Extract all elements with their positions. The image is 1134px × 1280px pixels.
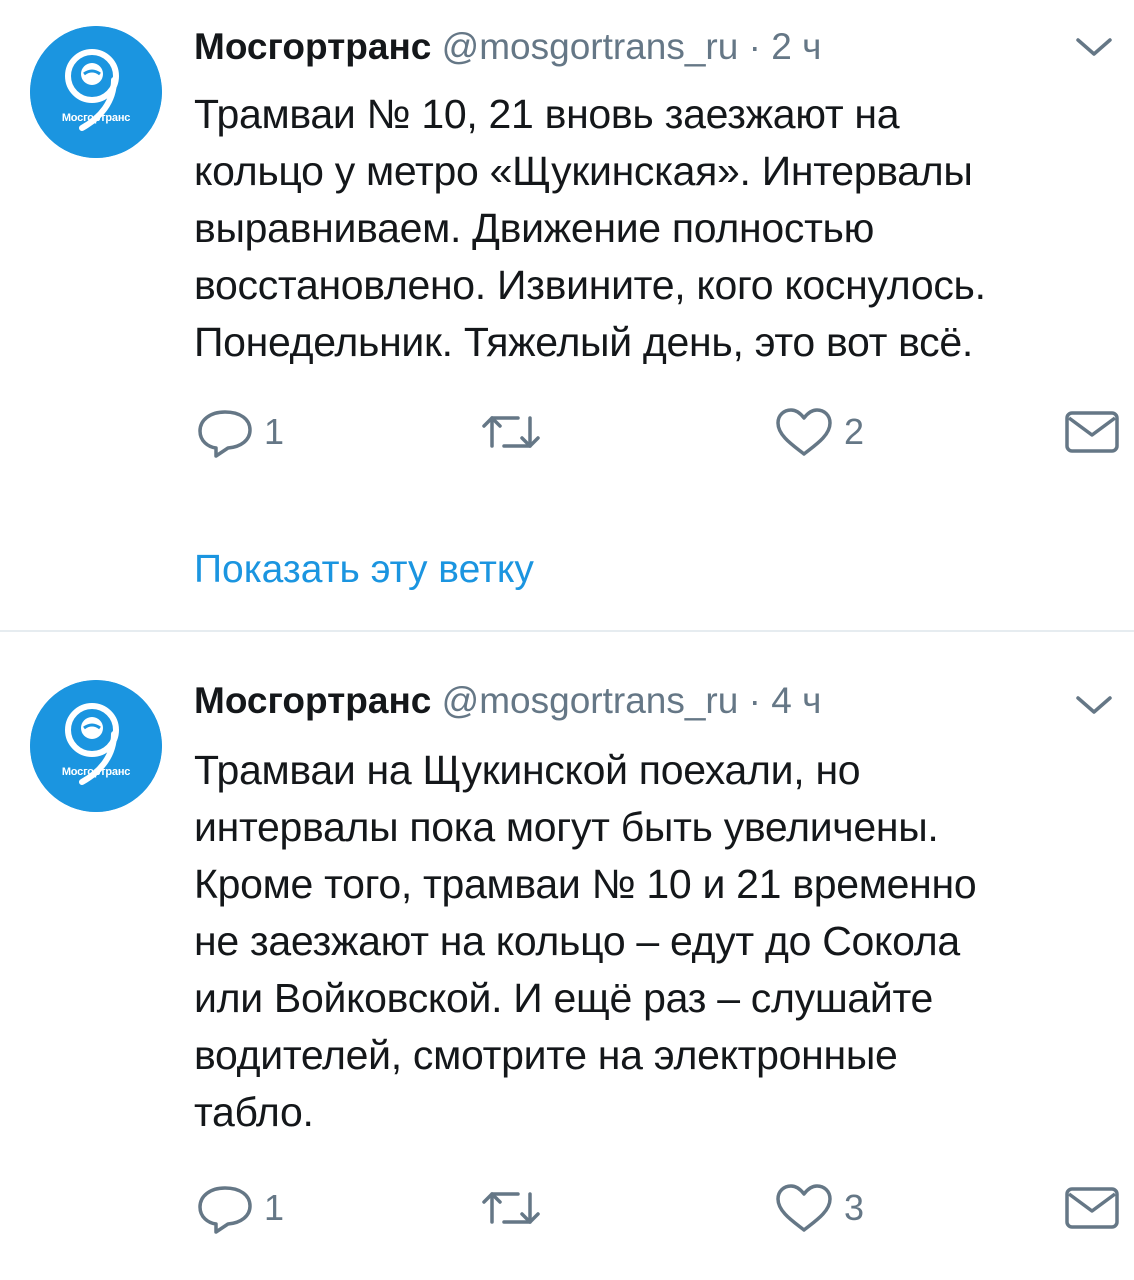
avatar-label: Мосгортранс (61, 112, 131, 124)
tweet[interactable]: Мосгортранс Мосгортранс @mosgortrans_ru … (0, 0, 1134, 630)
tweet-text: Трамваи на Щукинской поехали, но интерва… (194, 747, 977, 1135)
author-name[interactable]: Мосгортранс (194, 680, 431, 721)
reply-icon (198, 410, 252, 458)
reply-button[interactable]: 1 (196, 402, 284, 462)
retweet-button[interactable] (478, 1178, 554, 1238)
show-thread-link[interactable]: Показать эту ветку (194, 540, 534, 600)
tweet-header: Мосгортранс @mosgortrans_ru · 4 ч (194, 676, 821, 726)
direct-message-button[interactable] (1064, 1178, 1120, 1238)
mosgortrans-logo-icon (30, 26, 162, 158)
direct-message-icon (1065, 1187, 1119, 1229)
tweet-time[interactable]: 4 ч (771, 680, 821, 721)
like-count: 3 (844, 1187, 865, 1228)
retweet-icon (482, 416, 540, 448)
avatar-label: Мосгортранс (61, 766, 131, 778)
author-name[interactable]: Мосгортранс (194, 26, 431, 67)
tweet-text: Трамваи № 10, 21 вновь заезжают на кольц… (194, 91, 986, 365)
like-button[interactable]: 2 (774, 402, 864, 462)
retweet-button[interactable] (478, 402, 554, 462)
direct-message-icon (1065, 411, 1119, 453)
direct-message-button[interactable] (1064, 402, 1120, 462)
tweet-actions: 1 2 (0, 402, 1134, 462)
tweet-header: Мосгортранс @mosgortrans_ru · 2 ч (194, 22, 821, 72)
author-handle[interactable]: @mosgortrans_ru (442, 26, 739, 67)
tweet-time[interactable]: 2 ч (771, 26, 821, 67)
retweet-icon (482, 1192, 540, 1224)
separator-dot: · (748, 680, 761, 721)
more-options-button[interactable] (1072, 690, 1116, 720)
reply-count: 1 (264, 411, 285, 452)
avatar[interactable]: Мосгортранс (30, 26, 162, 158)
tweet-actions: 1 3 (0, 1178, 1134, 1238)
mosgortrans-logo-icon (30, 680, 162, 812)
more-options-button[interactable] (1072, 32, 1116, 62)
heart-icon (776, 1184, 832, 1232)
like-button[interactable]: 3 (774, 1178, 864, 1238)
chevron-down-icon (1076, 696, 1112, 714)
chevron-down-icon (1076, 38, 1112, 56)
separator-dot: · (748, 26, 761, 67)
reply-button[interactable]: 1 (196, 1178, 284, 1238)
like-count: 2 (844, 411, 865, 452)
heart-icon (776, 408, 832, 456)
tweet[interactable]: Мосгортранс Мосгортранс @mosgortrans_ru … (0, 632, 1134, 1280)
author-handle[interactable]: @mosgortrans_ru (442, 680, 739, 721)
reply-icon (198, 1186, 252, 1234)
reply-count: 1 (264, 1187, 285, 1228)
avatar[interactable]: Мосгортранс (30, 680, 162, 812)
